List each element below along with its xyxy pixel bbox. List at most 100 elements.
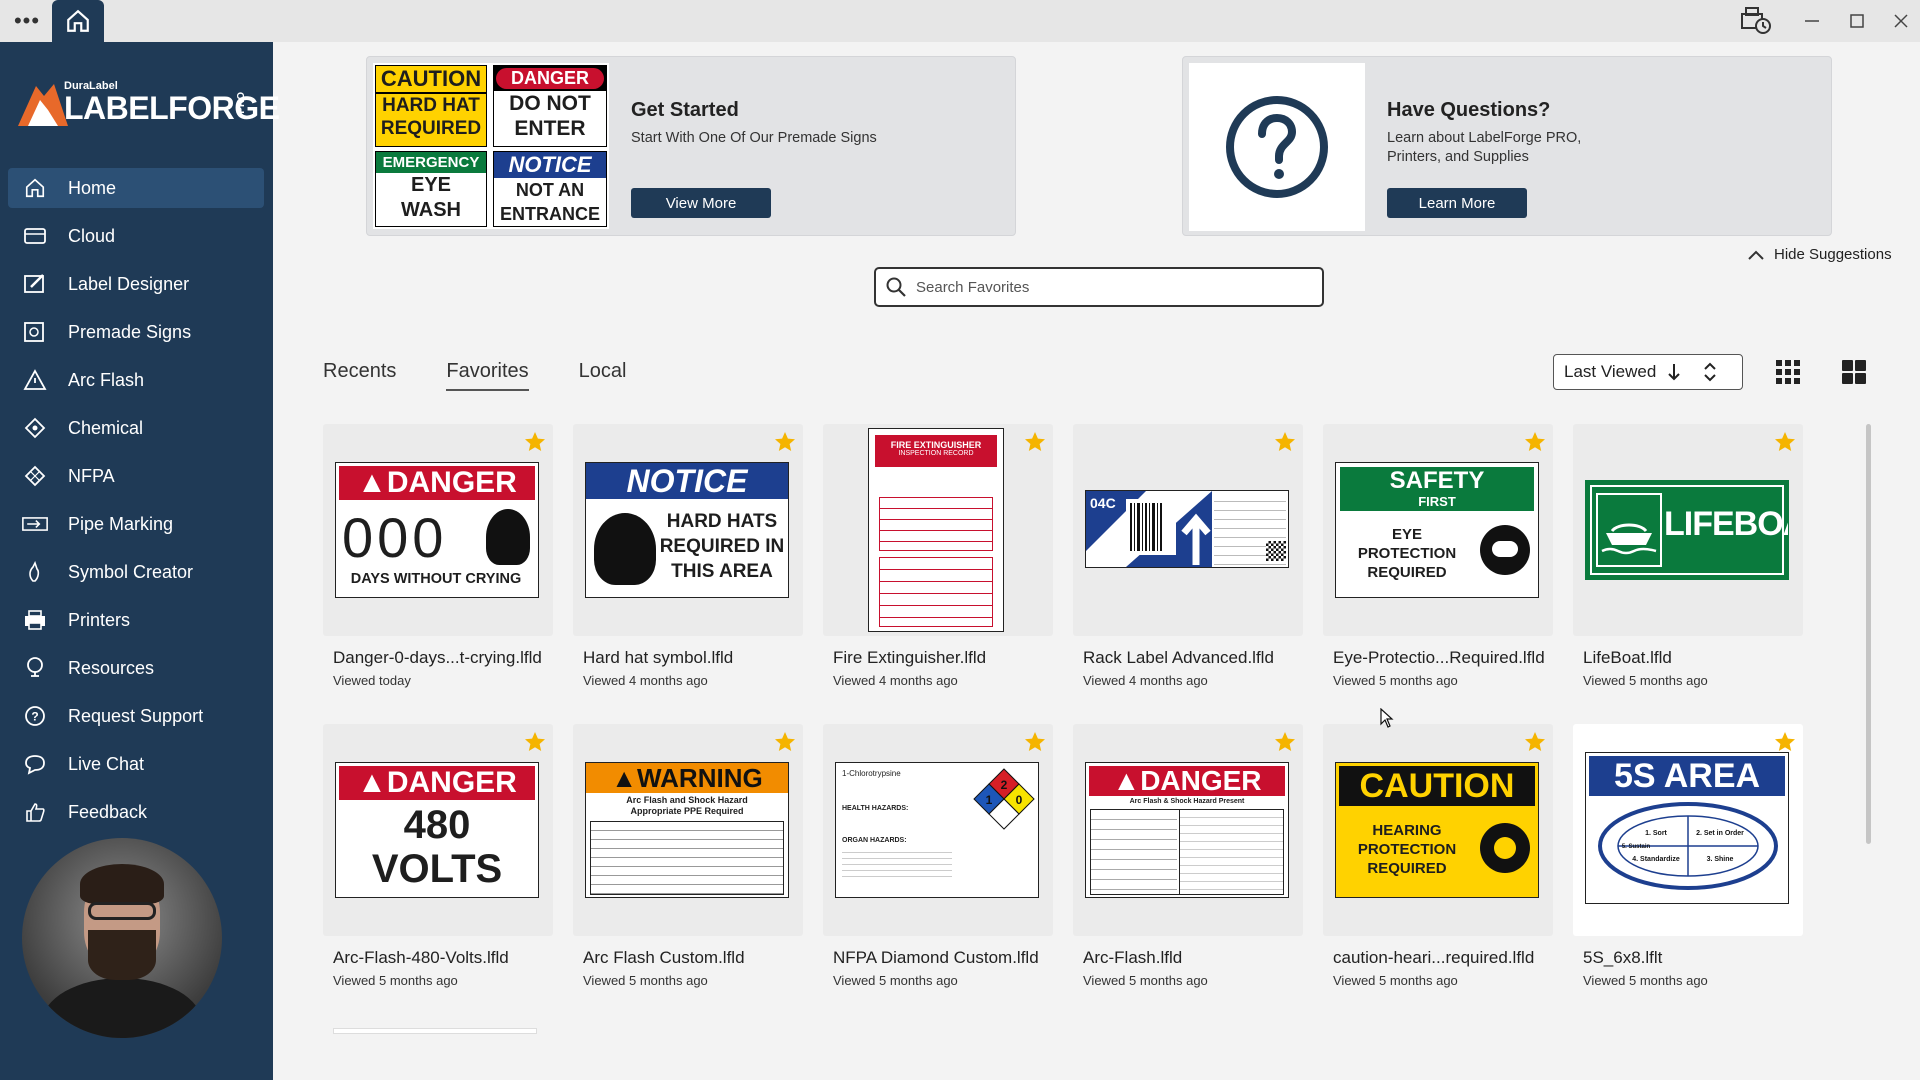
sidebar-item-cloud[interactable]: Cloud [8,216,264,256]
organ-hazards-label: ORGAN HAZARDS: [842,837,907,844]
nfpa-diamond-sign: 1-Chlorotrypsine HEALTH HAZARDS: ORGAN H… [835,762,1039,898]
learn-more-button[interactable]: Learn More [1387,188,1527,218]
get-started-subtitle: Start With One Of Our Premade Signs [631,130,877,146]
favorite-star-icon[interactable] [1023,430,1047,454]
close-icon[interactable] [1886,8,1916,34]
large-grid-view-button[interactable] [1838,356,1870,388]
sign-body: HEARING PROTECTION REQUIRED [1340,821,1474,878]
chemical-name: 1-Chlorotrypsine [842,769,901,778]
sidebar-item-feedback[interactable]: Feedback [8,792,264,832]
search-input[interactable] [916,278,1316,296]
notice-sign-line1: NOT AN [515,180,585,200]
sign-header: ▲WARNING [586,763,788,793]
favorite-star-icon[interactable] [1523,730,1547,754]
favorite-star-icon[interactable] [523,730,547,754]
small-grid-view-button[interactable] [1772,356,1804,388]
favorite-star-icon[interactable] [773,430,797,454]
view-more-button[interactable]: View More [631,188,771,218]
file-card[interactable]: ▲DANGER Arc Flash & Shock Hazard Present… [1073,724,1303,1009]
file-thumbnail: SAFETY FIRST EYE PROTECTION REQUIRED [1323,424,1553,636]
sidebar-item-request-support[interactable]: ? Request Support [8,696,264,736]
sign-counter: 000 [342,506,448,569]
sign-header: SAFETY [1389,467,1485,494]
file-thumbnail: FIRE EXTINGUISHER INSPECTION RECORD [823,424,1053,636]
sidebar-item-nfpa[interactable]: NFPA [8,456,264,496]
warning-triangle-icon [22,367,48,393]
sign-header: ▲DANGER [1089,766,1285,796]
caution-sign-header: CAUTION [376,66,486,94]
caution-hearing-sign: CAUTION HEARING PROTECTION REQUIRED [1335,762,1539,898]
printer-history-icon[interactable] [1738,4,1774,38]
file-thumbnail: ▲WARNING Arc Flash and Shock Hazard Appr… [573,724,803,936]
thumbs-up-icon [22,799,48,825]
sign-header: CAUTION [1339,766,1535,806]
rack-code: 04C [1090,495,1116,511]
file-card[interactable]: ▲DANGER 000 DAYS WITHOUT CRYING Danger-0… [323,424,553,709]
sidebar-item-chemical[interactable]: Chemical [8,408,264,448]
get-started-title: Get Started [631,99,739,121]
sort-select[interactable]: Last Viewed [1553,354,1743,390]
favorite-star-icon[interactable] [1773,430,1797,454]
arc-flash-danger-sign: ▲DANGER Arc Flash & Shock Hazard Present [1085,762,1289,898]
danger-sign-preview: DANGER DO NOT ENTER [493,65,607,147]
file-name: Rack Label Advanced.lfld [1083,648,1274,667]
file-thumbnail: 5S AREA 1. Sort 2. Set in Order 3. Shine… [1573,724,1803,936]
caution-sign-line2: REQUIRED [380,118,482,139]
small-grid-icon [1776,360,1800,384]
file-card[interactable]: 1-Chlorotrypsine HEALTH HAZARDS: ORGAN H… [823,724,1053,1009]
sidebar-item-premade-signs[interactable]: Premade Signs [8,312,264,352]
file-card[interactable]: CAUTION HEARING PROTECTION REQUIRED caut… [1323,724,1553,1009]
have-questions-title: Have Questions? [1387,99,1551,121]
favorite-star-icon[interactable] [773,730,797,754]
arrow-down-icon[interactable] [1666,362,1682,382]
sign-header: ▲DANGER [339,466,535,500]
scrollbar[interactable] [1866,424,1871,844]
hide-suggestions-button[interactable]: Hide Suggestions [1746,246,1892,263]
sidebar-item-arc-flash[interactable]: Arc Flash [8,360,264,400]
webcam-person-beard [88,930,156,980]
tab-local[interactable]: Local [579,360,627,391]
minimize-icon[interactable] [1797,8,1827,34]
sidebar-item-printers[interactable]: Printers [8,600,264,640]
file-card[interactable]: ▲WARNING Arc Flash and Shock Hazard Appr… [573,724,803,1009]
file-thumbnail: ▲DANGER 000 DAYS WITHOUT CRYING [323,424,553,636]
favorite-star-icon[interactable] [1023,730,1047,754]
sign-body: HARD HATS REQUIRED IN THIS AREA [658,509,786,584]
sidebar-item-symbol-creator[interactable]: Symbol Creator [8,552,264,592]
arc-flash-warning-sign: ▲WARNING Arc Flash and Shock Hazard Appr… [585,762,789,898]
file-card[interactable]: SAFETY FIRST EYE PROTECTION REQUIRED Eye… [1323,424,1553,709]
sidebar-item-label-designer[interactable]: Label Designer [8,264,264,304]
caution-sign-line1: HARD HAT [382,95,480,116]
maximize-icon[interactable] [1842,8,1872,34]
file-card[interactable]: NOTICE HARD HATS REQUIRED IN THIS AREA H… [573,424,803,709]
qr-code-icon [1266,541,1286,561]
file-card[interactable]: 04C Rack Label Advanced.lfld Viewed 4 mo… [1073,424,1303,709]
favorite-star-icon[interactable] [523,430,547,454]
home-tab-button[interactable] [52,0,104,42]
hard-hat-head-icon [486,509,530,565]
favorite-star-icon[interactable] [1523,430,1547,454]
file-card[interactable]: 5S AREA 1. Sort 2. Set in Order 3. Shine… [1573,724,1803,1009]
lightbulb-icon [22,655,48,681]
sidebar-item-resources[interactable]: Resources [8,648,264,688]
tab-recents[interactable]: Recents [323,360,396,391]
danger-480-volts-sign: ▲DANGER 480 VOLTS [335,762,539,898]
file-name: 5S_6x8.lflt [1583,948,1663,967]
emergency-sign-preview: EMERGENCY EYE WASH [375,151,487,227]
file-card[interactable]: LIFEBOAT LifeBoat.lfld Viewed 5 months a… [1573,424,1803,709]
file-card[interactable]: ▲DANGER 480 VOLTS Arc-Flash-480-Volts.lf… [323,724,553,1009]
sidebar-item-home[interactable]: Home [8,168,264,208]
tab-favorites[interactable]: Favorites [446,360,529,391]
sidebar-item-label: NFPA [68,465,115,486]
favorite-star-icon[interactable] [1273,730,1297,754]
warning-triangle-icon: ▲ [1112,765,1141,796]
favorite-star-icon[interactable] [1273,430,1297,454]
title-bar: ••• [0,0,1920,42]
sidebar-item-live-chat[interactable]: Live Chat [8,744,264,784]
file-card[interactable]: FIRE EXTINGUISHER INSPECTION RECORD Fire… [823,424,1053,709]
arc-flash-table [590,821,784,895]
fire-extinguisher-sign: FIRE EXTINGUISHER INSPECTION RECORD [868,428,1004,632]
sidebar-item-pipe-marking[interactable]: Pipe Marking [8,504,264,544]
more-options-icon[interactable]: ••• [10,8,44,34]
favorite-star-icon[interactable] [1773,730,1797,754]
